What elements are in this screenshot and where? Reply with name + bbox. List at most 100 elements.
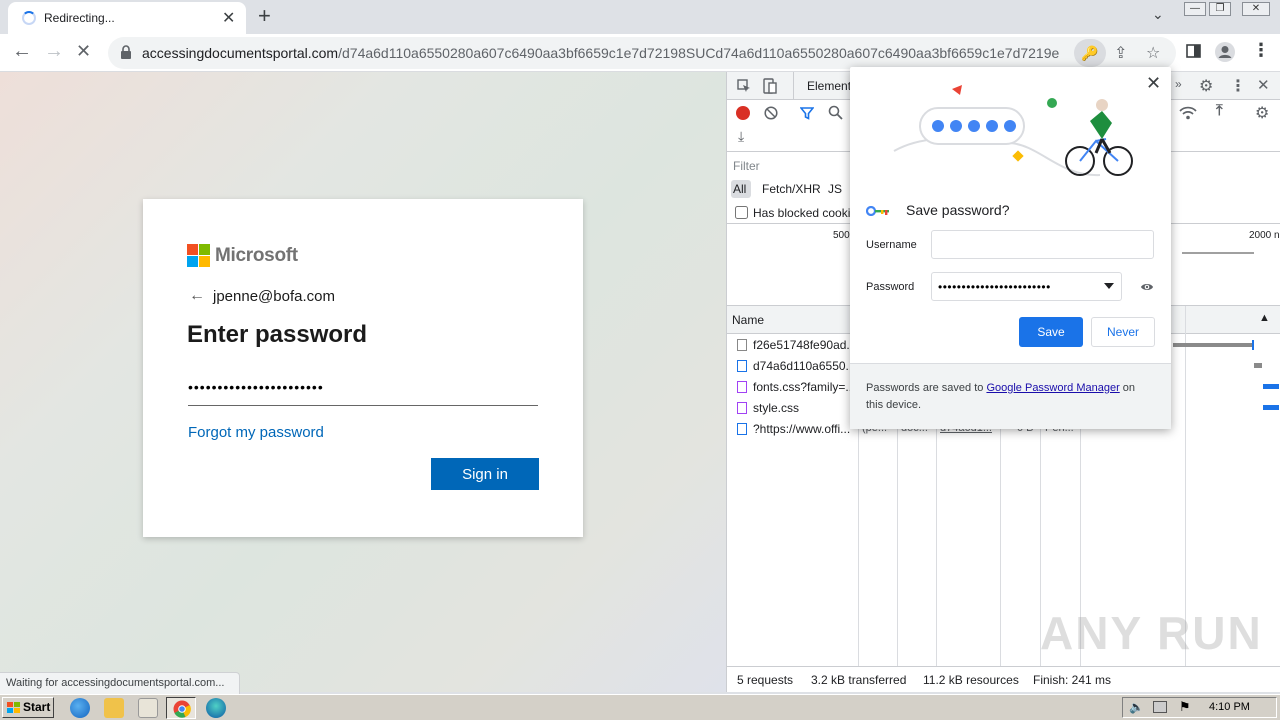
waterfall-bar (1263, 384, 1279, 389)
document-icon (737, 360, 747, 372)
record-icon[interactable] (736, 106, 750, 120)
explorer-folder-icon[interactable] (104, 698, 124, 718)
lock-icon[interactable] (120, 45, 132, 59)
show-password-eye-icon[interactable] (1140, 280, 1154, 294)
password-illustration (893, 85, 1133, 177)
settings-gear-icon[interactable]: ⚙ (1199, 76, 1213, 96)
back-arrow-icon[interactable]: ← (189, 287, 205, 305)
network-conditions-icon[interactable] (1179, 105, 1197, 121)
status-bubble: Waiting for accessingdocumentsportal.com… (0, 672, 240, 694)
tab-search-chevron-icon[interactable]: ⌄ (1152, 6, 1164, 23)
inspect-element-icon[interactable] (737, 79, 751, 93)
password-input[interactable] (188, 374, 538, 406)
request-name: fonts.css?family=... (753, 380, 853, 394)
share-icon[interactable]: ⇪ (1114, 43, 1127, 63)
blocked-cookies-label: Has blocked cooki (753, 206, 851, 220)
tab-elements[interactable]: Element (807, 79, 851, 93)
flag-tray-icon[interactable]: ⚑ (1179, 699, 1191, 715)
request-name: style.css (753, 401, 800, 415)
ie-icon[interactable] (70, 698, 90, 718)
request-name: f26e51748fe90ad... (753, 338, 853, 352)
filter-funnel-icon[interactable] (800, 106, 814, 120)
filter-all[interactable]: All (731, 180, 751, 198)
save-password-dialog: ✕ Save password? Username Password Save … (850, 67, 1171, 429)
summary-requests: 5 requests (737, 673, 794, 687)
clear-icon[interactable] (764, 106, 778, 120)
waterfall-bar (1252, 340, 1254, 350)
side-panel-icon[interactable] (1186, 44, 1201, 58)
page-viewport: Microsoft ← jpenne@bofa.com Enter passwo… (0, 72, 726, 692)
sign-in-button[interactable]: Sign in (431, 458, 539, 490)
save-button[interactable]: Save (1019, 317, 1083, 347)
volume-icon[interactable]: 🔈 (1129, 700, 1144, 714)
waterfall-bar (1263, 405, 1279, 410)
network-settings-icon[interactable]: ⚙ (1255, 103, 1269, 123)
tab-title: Redirecting... (44, 11, 115, 25)
network-summary-bar: 5 requests 3.2 kB transferred 11.2 kB re… (727, 666, 1280, 692)
request-name: d74a6d110a6550... (753, 359, 853, 373)
username-label: Username (866, 239, 917, 251)
stylesheet-icon (737, 381, 747, 393)
document-icon (737, 423, 747, 435)
bookmark-star-icon[interactable]: ☆ (1146, 43, 1160, 63)
microsoft-logo-icon (187, 244, 211, 268)
start-label: Start (23, 700, 51, 714)
new-tab-button[interactable]: + (258, 3, 271, 29)
minimize-button[interactable]: — (1184, 2, 1206, 16)
chrome-icon (173, 700, 191, 718)
watermark: ANY RUN (1040, 607, 1263, 659)
devtools-menu-icon[interactable]: ⋮ (1230, 76, 1246, 96)
password-manager-link[interactable]: Google Password Manager (986, 382, 1119, 394)
tab-strip: Redirecting... ✕ + ⌄ — ❐ ✕ (0, 0, 1280, 34)
taskbar: Start 🔈 ⚑ 4:10 PM (0, 694, 1280, 720)
url-text[interactable]: accessingdocumentsportal.com/d74a6d110a6… (142, 45, 1072, 61)
system-tray: 🔈 ⚑ 4:10 PM (1122, 697, 1277, 718)
waterfall-bar (1254, 363, 1262, 368)
forward-arrow-icon[interactable]: → (44, 40, 64, 63)
timeline-tick-2000: 2000 n (1249, 230, 1280, 241)
profile-avatar-icon[interactable] (1214, 41, 1236, 63)
login-card: Microsoft ← jpenne@bofa.com Enter passwo… (143, 199, 583, 537)
clock[interactable]: 4:10 PM (1209, 701, 1250, 713)
network-tray-icon[interactable] (1153, 701, 1167, 713)
import-har-icon[interactable]: ⤓ (738, 128, 744, 145)
close-icon[interactable]: ✕ (1146, 73, 1161, 94)
forgot-password-link[interactable]: Forgot my password (188, 424, 324, 441)
close-devtools-icon[interactable]: ✕ (1257, 76, 1270, 94)
username-field[interactable] (931, 230, 1154, 259)
summary-finish: Finish: 241 ms (1033, 673, 1112, 687)
footer-text: Passwords are saved to (866, 382, 987, 394)
dropdown-arrow-icon[interactable] (1104, 283, 1114, 289)
device-toolbar-icon[interactable] (763, 78, 777, 94)
browser-tab[interactable]: Redirecting... ✕ (8, 2, 246, 34)
filter-js[interactable]: JS (828, 182, 842, 196)
never-button[interactable]: Never (1091, 317, 1155, 347)
more-tabs-icon[interactable]: » (1175, 77, 1182, 91)
search-icon[interactable] (828, 105, 843, 120)
kebab-menu-icon[interactable]: ⋮ (1252, 40, 1270, 61)
media-player-icon[interactable] (138, 698, 158, 718)
export-har-icon[interactable]: ⤒ (1216, 102, 1223, 119)
filter-input[interactable]: Filter (733, 159, 760, 173)
timeline-tick-500: 500 (833, 230, 850, 241)
waterfall-bar (1173, 343, 1253, 347)
column-name[interactable]: Name (732, 313, 764, 327)
document-icon (737, 339, 747, 351)
restore-button[interactable]: ❐ (1209, 2, 1231, 16)
password-key-icon[interactable]: 🔑 (1074, 39, 1106, 67)
edge-icon[interactable] (206, 698, 226, 718)
stop-loading-icon[interactable]: ✕ (76, 41, 91, 62)
tab-close-icon[interactable]: ✕ (222, 8, 235, 28)
blocked-cookies-checkbox[interactable] (735, 206, 748, 219)
dialog-footer: Passwords are saved to Google Password M… (850, 363, 1171, 429)
start-button[interactable]: Start (2, 697, 54, 718)
address-bar[interactable]: accessingdocumentsportal.com/d74a6d110a6… (108, 37, 1176, 69)
back-arrow-icon[interactable]: ← (12, 40, 32, 63)
sort-arrow-icon[interactable]: ▲ (1259, 312, 1270, 324)
filter-fetch-xhr[interactable]: Fetch/XHR (762, 182, 821, 196)
chrome-taskbar-button[interactable] (166, 697, 196, 719)
password-field[interactable] (931, 272, 1122, 301)
close-window-button[interactable]: ✕ (1242, 2, 1270, 16)
account-email: jpenne@bofa.com (213, 288, 335, 305)
key-icon (866, 206, 889, 216)
